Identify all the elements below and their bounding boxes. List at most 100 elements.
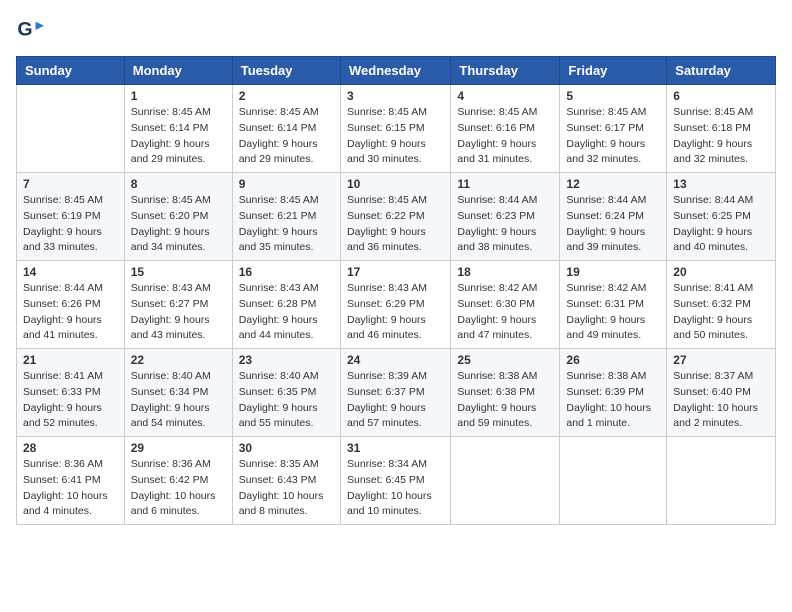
calendar-cell: 28Sunrise: 8:36 AMSunset: 6:41 PMDayligh…: [17, 437, 125, 525]
day-info: Sunrise: 8:45 AMSunset: 6:17 PMDaylight:…: [566, 105, 660, 168]
calendar-cell: 11Sunrise: 8:44 AMSunset: 6:23 PMDayligh…: [451, 173, 560, 261]
calendar-cell: 24 Sunrise: 8:39 AMSunset: 6:37 PMDayligh…: [340, 349, 450, 437]
calendar-cell: 16 Sunrise: 8:43 AMSunset: 6:28 PMDayligh…: [232, 261, 340, 349]
day-number: 27: [673, 353, 769, 367]
day-number: 21: [23, 353, 118, 367]
day-info: Sunrise: 8:37 AMSunset: 6:40 PMDaylight:…: [673, 369, 769, 432]
weekday-header-thursday: Thursday: [451, 57, 560, 85]
day-number: 6: [673, 89, 769, 103]
day-number: 7: [23, 177, 118, 191]
day-number: 8: [131, 177, 226, 191]
day-number: 24: [347, 353, 444, 367]
day-number: 1: [131, 89, 226, 103]
day-info: Sunrise: 8:45 AMSunset: 6:16 PMDaylight:…: [457, 105, 553, 168]
calendar-cell: 3 Sunrise: 8:45 AMSunset: 6:15 PMDaylight…: [340, 85, 450, 173]
day-info: Sunrise: 8:36 AMSunset: 6:42 PMDaylight:…: [131, 457, 226, 520]
day-info: Sunrise: 8:45 AMSunset: 6:21 PMDaylight:…: [239, 193, 334, 256]
day-number: 26: [566, 353, 660, 367]
calendar-cell: 15 Sunrise: 8:43 AMSunset: 6:27 PMDayligh…: [124, 261, 232, 349]
day-number: 23: [239, 353, 334, 367]
calendar-cell: [17, 85, 125, 173]
calendar-week-4: 21 Sunrise: 8:41 AMSunset: 6:33 PMDayligh…: [17, 349, 776, 437]
calendar-cell: [560, 437, 667, 525]
day-info: Sunrise: 8:45 AMSunset: 6:18 PMDaylight:…: [673, 105, 769, 168]
calendar-cell: 13 Sunrise: 8:44 AMSunset: 6:25 PMDayligh…: [667, 173, 776, 261]
day-info: Sunrise: 8:43 AMSunset: 6:27 PMDaylight:…: [131, 281, 226, 344]
day-info: Sunrise: 8:44 AMSunset: 6:26 PMDaylight:…: [23, 281, 118, 344]
calendar-table: SundayMondayTuesdayWednesdayThursdayFrid…: [16, 56, 776, 525]
day-info: Sunrise: 8:36 AMSunset: 6:41 PMDaylight:…: [23, 457, 118, 520]
day-number: 3: [347, 89, 444, 103]
weekday-header-monday: Monday: [124, 57, 232, 85]
day-number: 10: [347, 177, 444, 191]
weekday-header-tuesday: Tuesday: [232, 57, 340, 85]
day-number: 16: [239, 265, 334, 279]
day-info: Sunrise: 8:39 AMSunset: 6:37 PMDaylight:…: [347, 369, 444, 432]
day-number: 2: [239, 89, 334, 103]
day-info: Sunrise: 8:40 AMSunset: 6:34 PMDaylight:…: [131, 369, 226, 432]
day-number: 13: [673, 177, 769, 191]
calendar-cell: 17Sunrise: 8:43 AMSunset: 6:29 PMDayligh…: [340, 261, 450, 349]
calendar-cell: 30Sunrise: 8:35 AMSunset: 6:43 PMDayligh…: [232, 437, 340, 525]
day-info: Sunrise: 8:45 AMSunset: 6:15 PMDaylight:…: [347, 105, 444, 168]
day-info: Sunrise: 8:43 AMSunset: 6:29 PMDaylight:…: [347, 281, 444, 344]
day-info: Sunrise: 8:42 AMSunset: 6:30 PMDaylight:…: [457, 281, 553, 344]
day-info: Sunrise: 8:38 AMSunset: 6:39 PMDaylight:…: [566, 369, 660, 432]
calendar-cell: 29 Sunrise: 8:36 AMSunset: 6:42 PMDayligh…: [124, 437, 232, 525]
calendar-cell: [667, 437, 776, 525]
calendar-cell: 7 Sunrise: 8:45 AMSunset: 6:19 PMDaylight…: [17, 173, 125, 261]
logo: G: [16, 16, 46, 44]
day-info: Sunrise: 8:45 AMSunset: 6:20 PMDaylight:…: [131, 193, 226, 256]
calendar-cell: 4 Sunrise: 8:45 AMSunset: 6:16 PMDaylight…: [451, 85, 560, 173]
day-number: 15: [131, 265, 226, 279]
svg-text:G: G: [17, 19, 32, 41]
calendar-cell: 26 Sunrise: 8:38 AMSunset: 6:39 PMDayligh…: [560, 349, 667, 437]
day-number: 12: [566, 177, 660, 191]
day-info: Sunrise: 8:45 AMSunset: 6:14 PMDaylight:…: [239, 105, 334, 168]
calendar-week-1: 1 Sunrise: 8:45 AMSunset: 6:14 PMDaylight…: [17, 85, 776, 173]
calendar-cell: 5 Sunrise: 8:45 AMSunset: 6:17 PMDaylight…: [560, 85, 667, 173]
day-number: 18: [457, 265, 553, 279]
day-info: Sunrise: 8:44 AMSunset: 6:24 PMDaylight:…: [566, 193, 660, 256]
calendar-cell: 21 Sunrise: 8:41 AMSunset: 6:33 PMDayligh…: [17, 349, 125, 437]
calendar-cell: 31 Sunrise: 8:34 AMSunset: 6:45 PMDayligh…: [340, 437, 450, 525]
day-info: Sunrise: 8:43 AMSunset: 6:28 PMDaylight:…: [239, 281, 334, 344]
day-info: Sunrise: 8:45 AMSunset: 6:22 PMDaylight:…: [347, 193, 444, 256]
calendar-cell: 9 Sunrise: 8:45 AMSunset: 6:21 PMDaylight…: [232, 173, 340, 261]
calendar-week-2: 7 Sunrise: 8:45 AMSunset: 6:19 PMDaylight…: [17, 173, 776, 261]
day-number: 5: [566, 89, 660, 103]
day-number: 19: [566, 265, 660, 279]
day-info: Sunrise: 8:40 AMSunset: 6:35 PMDaylight:…: [239, 369, 334, 432]
calendar-cell: 25Sunrise: 8:38 AMSunset: 6:38 PMDayligh…: [451, 349, 560, 437]
calendar-cell: 6 Sunrise: 8:45 AMSunset: 6:18 PMDaylight…: [667, 85, 776, 173]
day-info: Sunrise: 8:45 AMSunset: 6:19 PMDaylight:…: [23, 193, 118, 256]
day-number: 11: [457, 177, 553, 191]
calendar-cell: 12 Sunrise: 8:44 AMSunset: 6:24 PMDayligh…: [560, 173, 667, 261]
day-info: Sunrise: 8:44 AMSunset: 6:25 PMDaylight:…: [673, 193, 769, 256]
day-info: Sunrise: 8:41 AMSunset: 6:33 PMDaylight:…: [23, 369, 118, 432]
calendar-cell: 23 Sunrise: 8:40 AMSunset: 6:35 PMDayligh…: [232, 349, 340, 437]
calendar-week-3: 14 Sunrise: 8:44 AMSunset: 6:26 PMDayligh…: [17, 261, 776, 349]
page-header: G: [16, 16, 776, 44]
day-number: 31: [347, 441, 444, 455]
calendar-cell: 2 Sunrise: 8:45 AMSunset: 6:14 PMDaylight…: [232, 85, 340, 173]
weekday-header-wednesday: Wednesday: [340, 57, 450, 85]
weekday-header-row: SundayMondayTuesdayWednesdayThursdayFrid…: [17, 57, 776, 85]
day-number: 14: [23, 265, 118, 279]
day-number: 4: [457, 89, 553, 103]
day-info: Sunrise: 8:41 AMSunset: 6:32 PMDaylight:…: [673, 281, 769, 344]
day-number: 9: [239, 177, 334, 191]
calendar-cell: 18 Sunrise: 8:42 AMSunset: 6:30 PMDayligh…: [451, 261, 560, 349]
weekday-header-sunday: Sunday: [17, 57, 125, 85]
day-number: 22: [131, 353, 226, 367]
day-number: 29: [131, 441, 226, 455]
day-info: Sunrise: 8:34 AMSunset: 6:45 PMDaylight:…: [347, 457, 444, 520]
weekday-header-friday: Friday: [560, 57, 667, 85]
calendar-cell: 10 Sunrise: 8:45 AMSunset: 6:22 PMDayligh…: [340, 173, 450, 261]
day-info: Sunrise: 8:42 AMSunset: 6:31 PMDaylight:…: [566, 281, 660, 344]
calendar-cell: [451, 437, 560, 525]
day-info: Sunrise: 8:35 AMSunset: 6:43 PMDaylight:…: [239, 457, 334, 520]
day-number: 20: [673, 265, 769, 279]
logo-icon: G: [16, 16, 44, 44]
calendar-cell: 14 Sunrise: 8:44 AMSunset: 6:26 PMDayligh…: [17, 261, 125, 349]
